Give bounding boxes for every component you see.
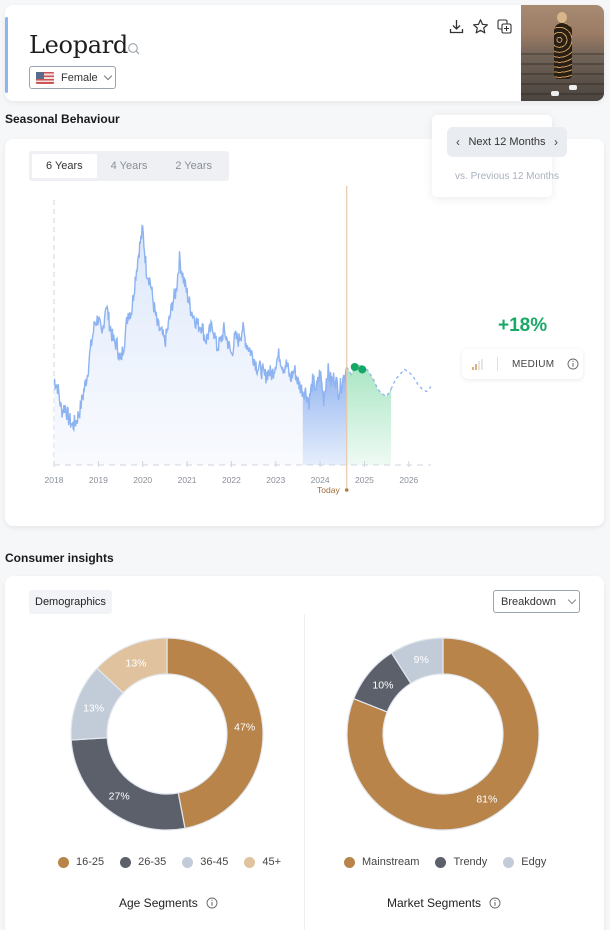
forecast-extended-line	[390, 368, 432, 393]
x-tick-label: 2026	[399, 475, 418, 485]
forecast-area	[346, 364, 392, 465]
legend-item[interactable]: 36-45	[182, 856, 228, 868]
legend-swatch	[344, 856, 355, 868]
legend-item[interactable]: 16-25	[58, 856, 104, 868]
period-navigator: ‹ Next 12 Months ›	[447, 127, 567, 157]
seasonal-trend-chart: Today 2018 2019 2020 2021 2022 2023 2024 2025 202…	[45, 186, 432, 495]
donut-slice-label: 47%	[234, 722, 255, 734]
compare-label: vs. Previous 12 Months	[455, 171, 559, 182]
info-icon[interactable]	[489, 897, 501, 909]
insights-section-title: Consumer insights	[5, 551, 114, 565]
info-icon[interactable]	[206, 897, 218, 909]
breakdown-select-value: Breakdown	[501, 595, 557, 608]
x-tick-label: 2022	[222, 475, 241, 485]
legend-label: 16-25	[76, 856, 105, 868]
x-tick-label: 2019	[89, 475, 108, 485]
panel-divider	[304, 614, 305, 930]
chevron-left-icon[interactable]: ‹	[456, 135, 460, 149]
legend-swatch	[244, 856, 256, 868]
legend-item[interactable]: Edgy	[503, 856, 546, 868]
legend-label: Trendy	[453, 856, 488, 868]
donut-slice-26-35	[70, 737, 186, 831]
x-tick-label: 2025	[355, 475, 374, 485]
legend-item[interactable]: Trendy	[435, 856, 487, 868]
today-marker	[344, 488, 349, 492]
legend-swatch	[503, 856, 515, 868]
legend-label: Mainstream	[362, 856, 420, 868]
legend-swatch	[435, 856, 447, 868]
x-tick-label: 2024	[311, 475, 330, 485]
chevron-down-icon	[567, 595, 577, 605]
forecast-peak-point	[358, 365, 367, 374]
legend-label: 26-35	[138, 856, 167, 868]
age-segments-label: Age Segments	[119, 896, 198, 910]
donut-slice-label: 13%	[126, 657, 147, 669]
donut-slice-label: 81%	[476, 794, 497, 806]
legend-item[interactable]: 26-35	[120, 856, 166, 868]
legend-swatch	[58, 856, 69, 868]
compare-popover: ‹ Next 12 Months › vs. Previous 12 Month…	[432, 115, 567, 197]
legend-label: 36-45	[200, 856, 229, 868]
x-tick-label: 2020	[133, 475, 152, 485]
age-segments-donut: 47% 27% 13% 13%	[70, 637, 264, 831]
consumer-insights-card: Demographics Breakdown 47% 27% 13% 13% 81% 1…	[5, 576, 604, 930]
x-tick-label: 2023	[266, 475, 285, 485]
legend-swatch	[182, 856, 194, 868]
x-tick-label: 2021	[178, 475, 197, 485]
market-legend: Mainstream Trendy Edgy	[344, 856, 562, 868]
legend-label: Edgy	[521, 856, 547, 868]
forecast-peak-point	[350, 363, 359, 371]
legend-swatch	[120, 856, 132, 868]
tab-demographics[interactable]: Demographics	[29, 590, 112, 614]
market-segments-title: Market Segments	[387, 896, 501, 910]
market-segments-label: Market Segments	[387, 896, 482, 910]
age-segments-title: Age Segments	[119, 896, 218, 910]
age-legend: 16-25 26-35 36-45 45+	[58, 856, 297, 868]
x-tick-label: 2018	[45, 475, 64, 485]
donut-slice-label: 9%	[414, 654, 429, 666]
chevron-right-icon[interactable]: ›	[554, 135, 558, 149]
legend-item[interactable]: Mainstream	[344, 856, 419, 868]
legend-item[interactable]: 45+	[244, 856, 281, 868]
period-nav-label: Next 12 Months	[468, 136, 546, 148]
historical-area	[54, 225, 347, 465]
market-segments-donut: 81% 10% 9%	[346, 637, 540, 831]
today-label: Today	[317, 485, 340, 495]
donut-slice-label: 13%	[83, 703, 104, 715]
donut-slice-label: 27%	[109, 791, 130, 803]
breakdown-select[interactable]: Breakdown	[493, 590, 580, 613]
donut-slice-label: 10%	[372, 679, 393, 691]
legend-label: 45+	[262, 856, 282, 868]
